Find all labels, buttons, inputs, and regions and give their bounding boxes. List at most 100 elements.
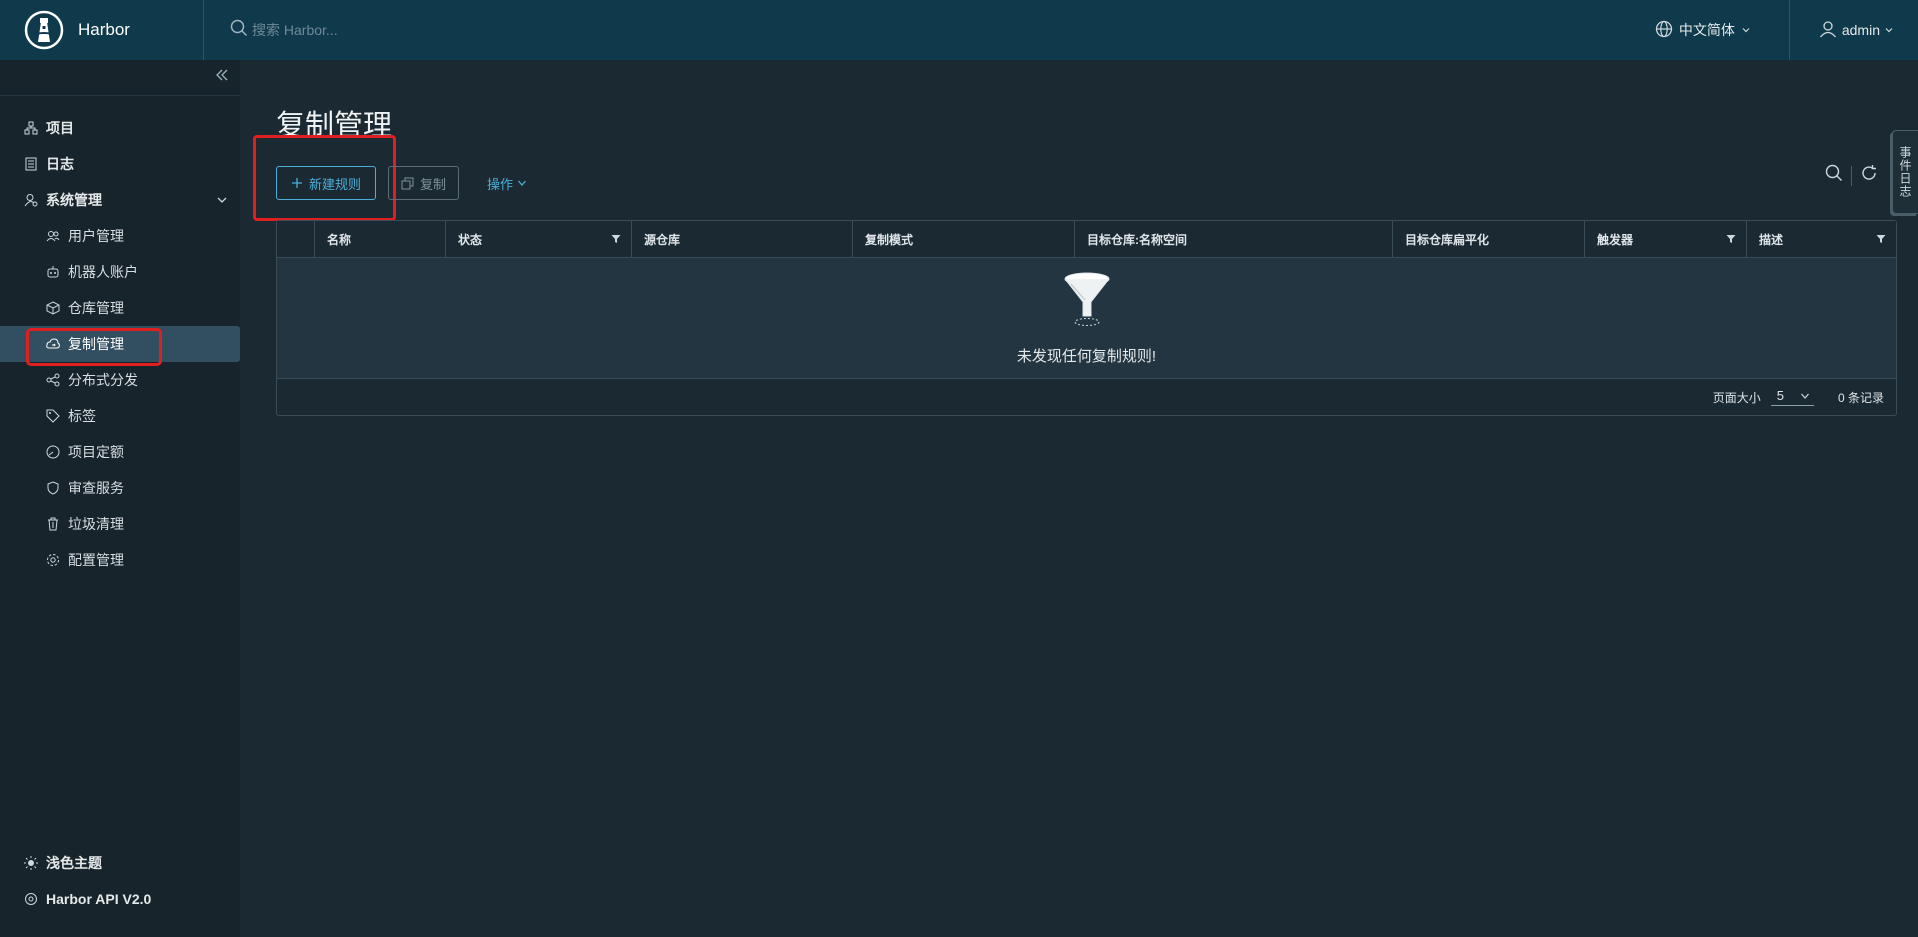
actions-label: 操作 — [487, 176, 514, 192]
column-destination-flattening[interactable]: 目标仓库扁平化 — [1393, 221, 1585, 257]
column-label: 源仓库 — [644, 232, 681, 247]
sidebar-item-configuration[interactable]: 配置管理 — [0, 542, 240, 578]
sidebar-item-robot-accounts[interactable]: 机器人账户 — [0, 254, 240, 290]
sidebar-item-label: 审查服务 — [68, 480, 124, 496]
sidebar-item-label: 机器人账户 — [68, 264, 138, 280]
shield-icon — [46, 481, 60, 495]
copy-label: 复制 — [420, 176, 447, 192]
page-size-value: 5 — [1776, 388, 1784, 403]
page-size-select[interactable]: 5 — [1770, 388, 1814, 406]
sidebar-item-interrogation[interactable]: 审查服务 — [0, 470, 240, 506]
users-icon — [46, 229, 60, 243]
sidebar-collapse-row — [0, 60, 240, 96]
sidebar-item-logs[interactable]: 日志 — [0, 146, 240, 182]
column-destination-namespace[interactable]: 目标仓库:名称空间 — [1075, 221, 1393, 257]
copy-button[interactable]: 复制 — [388, 166, 460, 200]
sidebar-item-label: 复制管理 — [68, 336, 124, 352]
brand[interactable]: Harbor — [0, 0, 204, 60]
sidebar-item-quotas[interactable]: 项目定额 — [0, 434, 240, 470]
page-size-label: 页面大小 — [1712, 390, 1761, 405]
search-icon[interactable] — [1825, 164, 1843, 187]
column-label: 目标仓库扁平化 — [1405, 232, 1490, 247]
chevron-down-icon — [1741, 22, 1751, 38]
plus-icon — [291, 177, 303, 189]
column-description[interactable]: 描述 — [1747, 221, 1896, 257]
sidebar-item-labels[interactable]: 标签 — [0, 398, 240, 434]
globe-icon — [1655, 20, 1673, 41]
sidebar-item-label: 仓库管理 — [68, 300, 124, 316]
replication-icon — [46, 337, 60, 351]
language-label: 中文简体 — [1678, 22, 1735, 38]
sidebar-item-distribution[interactable]: 分布式分发 — [0, 362, 240, 398]
copy-icon — [401, 177, 414, 190]
sidebar-item-projects[interactable]: 项目 — [0, 110, 240, 146]
record-count: 0 条记录 — [1837, 390, 1884, 405]
empty-state-text: 未发现任何复制规则! — [1016, 348, 1157, 365]
brand-name: Harbor — [78, 20, 130, 39]
replication-rules-table: 名称 状态 源仓库 复制模式 目标仓库:名称空间 目标仓库扁平化 触发器 描述 — [276, 220, 1897, 416]
sidebar-item-api[interactable]: Harbor API V2.0 — [0, 881, 240, 917]
new-rule-button[interactable]: 新建规则 — [276, 166, 377, 200]
sidebar-item-light-theme[interactable]: 浅色主题 — [0, 845, 240, 881]
event-log-label: 事件日志 — [1898, 146, 1912, 198]
user-icon — [1818, 19, 1838, 42]
collapse-sidebar-icon[interactable] — [214, 67, 230, 88]
header-right: 中文简体 admin — [1655, 0, 1918, 60]
user-name: admin — [1841, 22, 1880, 38]
table-footer: 页面大小 5 0 条记录 — [277, 379, 1896, 415]
filter-icon[interactable] — [1726, 233, 1736, 247]
filter-icon[interactable] — [1876, 233, 1886, 247]
column-label: 触发器 — [1597, 232, 1634, 247]
filter-icon[interactable] — [611, 233, 621, 247]
language-selector[interactable]: 中文简体 — [1655, 0, 1790, 60]
table-body: 未发现任何复制规则! — [277, 258, 1896, 379]
registry-icon — [46, 301, 60, 315]
column-status[interactable]: 状态 — [446, 221, 632, 257]
search-icon[interactable] — [230, 19, 248, 42]
sidebar-item-label: 项目 — [46, 120, 74, 136]
search-input[interactable] — [250, 21, 550, 39]
select-column — [277, 221, 315, 257]
sidebar-item-label: 项目定额 — [68, 444, 124, 460]
column-label: 状态 — [458, 232, 483, 247]
actions-dropdown[interactable]: 操作 — [475, 166, 539, 200]
share-icon — [46, 373, 60, 387]
column-label: 目标仓库:名称空间 — [1087, 232, 1187, 247]
refresh-icon[interactable] — [1860, 164, 1878, 187]
sidebar: 项目 日志 系统管理 用户管理 机器人账户 仓库管理 复制管理 分布式分发 标签… — [0, 60, 240, 937]
top-header: Harbor 中文简体 admin — [0, 0, 1918, 60]
column-name[interactable]: 名称 — [315, 221, 446, 257]
sidebar-item-users[interactable]: 用户管理 — [0, 218, 240, 254]
sidebar-item-registries[interactable]: 仓库管理 — [0, 290, 240, 326]
replication-toolbar: 新建规则 复制 操作 — [276, 166, 539, 200]
sidebar-item-garbage-collection[interactable]: 垃圾清理 — [0, 506, 240, 542]
user-menu[interactable]: admin — [1790, 19, 1918, 42]
trash-icon — [46, 517, 60, 531]
sidebar-item-label: 标签 — [68, 408, 96, 424]
sidebar-item-replications[interactable]: 复制管理 — [0, 326, 240, 366]
sidebar-item-administration[interactable]: 系统管理 — [0, 182, 240, 218]
column-trigger[interactable]: 触发器 — [1585, 221, 1747, 257]
global-search — [230, 0, 630, 60]
column-label: 描述 — [1759, 232, 1784, 247]
tag-icon — [46, 409, 60, 423]
tools-divider — [1851, 165, 1852, 186]
grid-tools — [1825, 164, 1878, 187]
empty-funnel-icon — [1063, 272, 1111, 335]
sidebar-item-label: 垃圾清理 — [68, 516, 124, 532]
quota-icon — [46, 445, 60, 459]
projects-icon — [24, 121, 38, 135]
event-log-tab[interactable]: 事件日志 — [1892, 130, 1918, 214]
column-replication-mode[interactable]: 复制模式 — [853, 221, 1075, 257]
sidebar-bottom: 浅色主题 Harbor API V2.0 — [0, 845, 240, 917]
new-rule-label: 新建规则 — [309, 176, 362, 192]
sidebar-item-label: 浅色主题 — [46, 855, 102, 871]
column-label: 名称 — [327, 232, 352, 247]
column-source-registry[interactable]: 源仓库 — [632, 221, 853, 257]
sidebar-item-label: 配置管理 — [68, 552, 124, 568]
chevron-down-icon — [216, 193, 228, 209]
chevron-down-icon — [1800, 391, 1810, 401]
sidebar-item-label: 日志 — [46, 156, 74, 172]
sidebar-item-label: 分布式分发 — [68, 372, 138, 388]
sidebar-item-label: 系统管理 — [46, 192, 102, 208]
